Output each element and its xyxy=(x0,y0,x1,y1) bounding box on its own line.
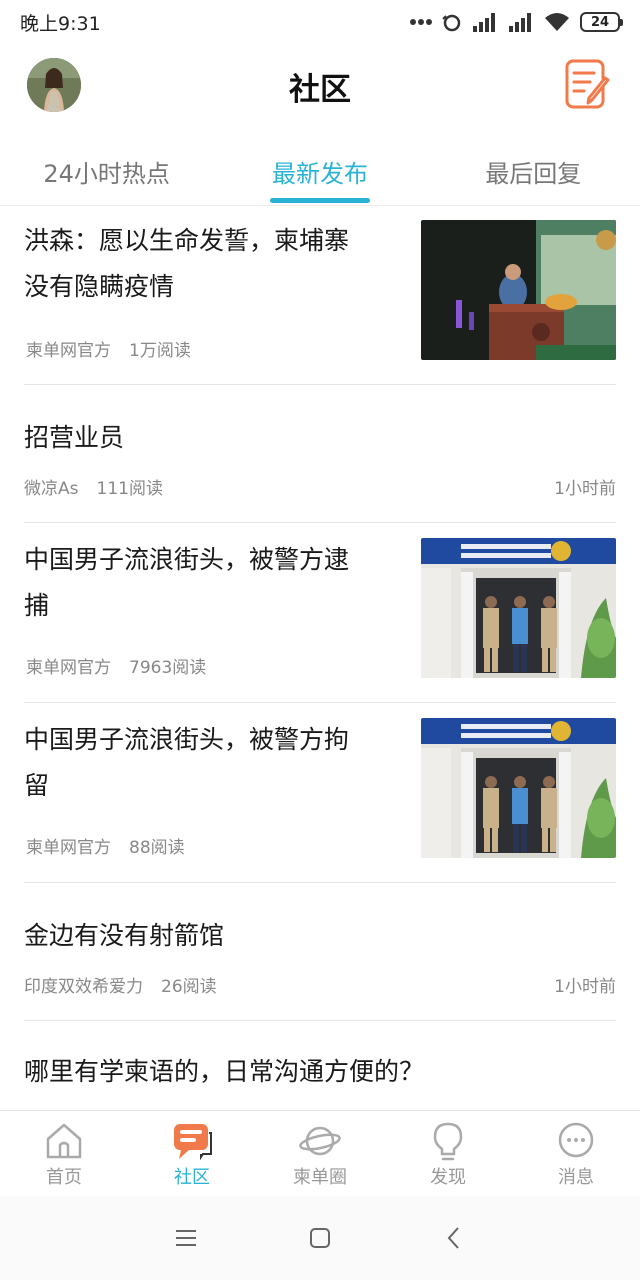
planet-icon xyxy=(299,1126,341,1156)
post-title: 招营业员 xyxy=(24,385,616,461)
post-item[interactable]: 哪里有学柬语的，日常沟通方便的？ xyxy=(24,1021,616,1110)
post-author: 柬单网官方 xyxy=(26,838,111,858)
post-title-line: 金边有没有射箭馆 xyxy=(24,921,225,950)
lightbulb-icon xyxy=(433,1122,463,1161)
post-thumbnail[interactable] xyxy=(421,538,616,678)
system-home-button[interactable] xyxy=(253,1208,387,1268)
post-title-line: 中国男子流浪街头，被警方逮 xyxy=(24,545,350,574)
post-title: 洪森：愿以生命发誓，柬埔寨 没有隐瞒疫情 xyxy=(24,206,394,310)
nav-label: 柬单圈 xyxy=(293,1167,347,1188)
post-title-line: 中国男子流浪街头，被警方拘 xyxy=(24,725,350,754)
post-thumbnail[interactable] xyxy=(421,220,616,360)
system-menu-button[interactable] xyxy=(119,1208,253,1268)
post-author: 柬单网官方 xyxy=(26,341,111,361)
post-time: 1小时前 xyxy=(554,479,616,499)
post-reads: 111阅读 xyxy=(96,479,163,499)
status-icons: 24 xyxy=(410,12,623,32)
post-reads: 26阅读 xyxy=(161,977,217,997)
post-item[interactable]: 招营业员 微凉As 111阅读 1小时前 xyxy=(24,385,616,523)
police-photo xyxy=(421,718,616,858)
post-title-line: 洪森：愿以生命发誓，柬埔寨 xyxy=(24,226,350,255)
tab-24h-hot[interactable]: 24小时热点 xyxy=(0,130,213,205)
tab-bar: 24小时热点 最新发布 最后回复 xyxy=(0,130,640,206)
tab-latest[interactable]: 最新发布 xyxy=(213,130,426,205)
post-title: 哪里有学柬语的，日常沟通方便的？ xyxy=(24,1021,616,1095)
post-item[interactable]: 洪森：愿以生命发誓，柬埔寨 没有隐瞒疫情 柬单网官方 1万阅读 xyxy=(24,206,616,385)
system-back-button[interactable] xyxy=(387,1208,521,1268)
post-reads: 7963阅读 xyxy=(129,658,207,678)
post-title: 金边有没有射箭馆 xyxy=(24,883,616,959)
post-title-line: 留 xyxy=(24,771,50,800)
nav-discover[interactable]: 发现 xyxy=(384,1111,512,1196)
post-meta: 柬单网官方 7963阅读 xyxy=(26,653,206,678)
post-title-line: 捕 xyxy=(24,591,50,620)
police-photo xyxy=(421,538,616,678)
post-meta: 柬单网官方 1万阅读 xyxy=(26,336,191,361)
nav-messages[interactable]: 消息 xyxy=(512,1111,640,1196)
post-title: 中国男子流浪街头，被警方拘 留 xyxy=(24,703,394,809)
bottom-nav: 首页 社区 柬单圈 发现 消息 xyxy=(0,1110,640,1196)
nav-label: 首页 xyxy=(46,1167,82,1188)
back-icon xyxy=(447,1227,459,1249)
nav-label: 消息 xyxy=(558,1167,594,1188)
post-meta: 柬单网官方 88阅读 xyxy=(26,833,185,858)
home-square-icon xyxy=(310,1228,330,1248)
post-author: 柬单网官方 xyxy=(26,658,111,678)
signal-icon xyxy=(473,13,495,32)
post-author: 印度双效希爱力 xyxy=(24,977,143,997)
post-item[interactable]: 中国男子流浪街头，被警方逮 捕 柬单网官方 7963阅读 xyxy=(24,523,616,703)
compose-button[interactable] xyxy=(564,58,612,112)
post-item[interactable]: 中国男子流浪街头，被警方拘 留 柬单网官方 88阅读 xyxy=(24,703,616,883)
post-title-line: 没有隐瞒疫情 xyxy=(24,272,175,301)
home-icon xyxy=(46,1123,82,1159)
speaker-photo xyxy=(421,220,616,360)
post-time: 1小时前 xyxy=(554,977,616,997)
nav-circle[interactable]: 柬单圈 xyxy=(256,1111,384,1196)
battery-icon: 24 xyxy=(580,12,623,32)
status-time: 晚上9:31 xyxy=(20,12,101,35)
alarm-icon xyxy=(442,14,461,32)
wifi-icon xyxy=(545,13,569,31)
post-item[interactable]: 金边有没有射箭馆 印度双效希爱力 26阅读 1小时前 xyxy=(24,883,616,1021)
post-title-line: 哪里有学柬语的，日常沟通方便的？ xyxy=(24,1057,425,1086)
post-reads: 88阅读 xyxy=(129,838,185,858)
message-bubble-icon xyxy=(558,1122,594,1158)
post-thumbnail[interactable] xyxy=(421,718,616,858)
nav-label: 社区 xyxy=(174,1167,210,1188)
compose-icon xyxy=(565,59,610,109)
tab-last-reply[interactable]: 最后回复 xyxy=(427,130,640,205)
status-bar: 晚上9:31 24 xyxy=(0,0,640,44)
post-meta: 微凉As 111阅读 xyxy=(24,474,163,499)
community-chat-icon xyxy=(174,1124,212,1161)
post-feed[interactable]: 洪森：愿以生命发誓，柬埔寨 没有隐瞒疫情 柬单网官方 1万阅读 招营业员 微凉A… xyxy=(0,206,640,1110)
nav-home[interactable]: 首页 xyxy=(0,1111,128,1196)
post-title-line: 招营业员 xyxy=(24,423,125,452)
post-reads: 1万阅读 xyxy=(129,341,191,361)
app-header: 社区 xyxy=(0,44,640,130)
system-nav-bar xyxy=(0,1196,640,1280)
post-meta: 印度双效希爱力 26阅读 xyxy=(24,972,217,997)
post-author: 微凉As xyxy=(24,479,79,499)
page-title: 社区 xyxy=(289,72,351,108)
menu-icon xyxy=(176,1230,196,1246)
nav-community[interactable]: 社区 xyxy=(128,1111,256,1196)
nav-label: 发现 xyxy=(430,1167,466,1188)
post-title: 中国男子流浪街头，被警方逮 捕 xyxy=(24,523,394,629)
more-dots-icon xyxy=(410,19,432,25)
signal-icon xyxy=(509,13,531,32)
